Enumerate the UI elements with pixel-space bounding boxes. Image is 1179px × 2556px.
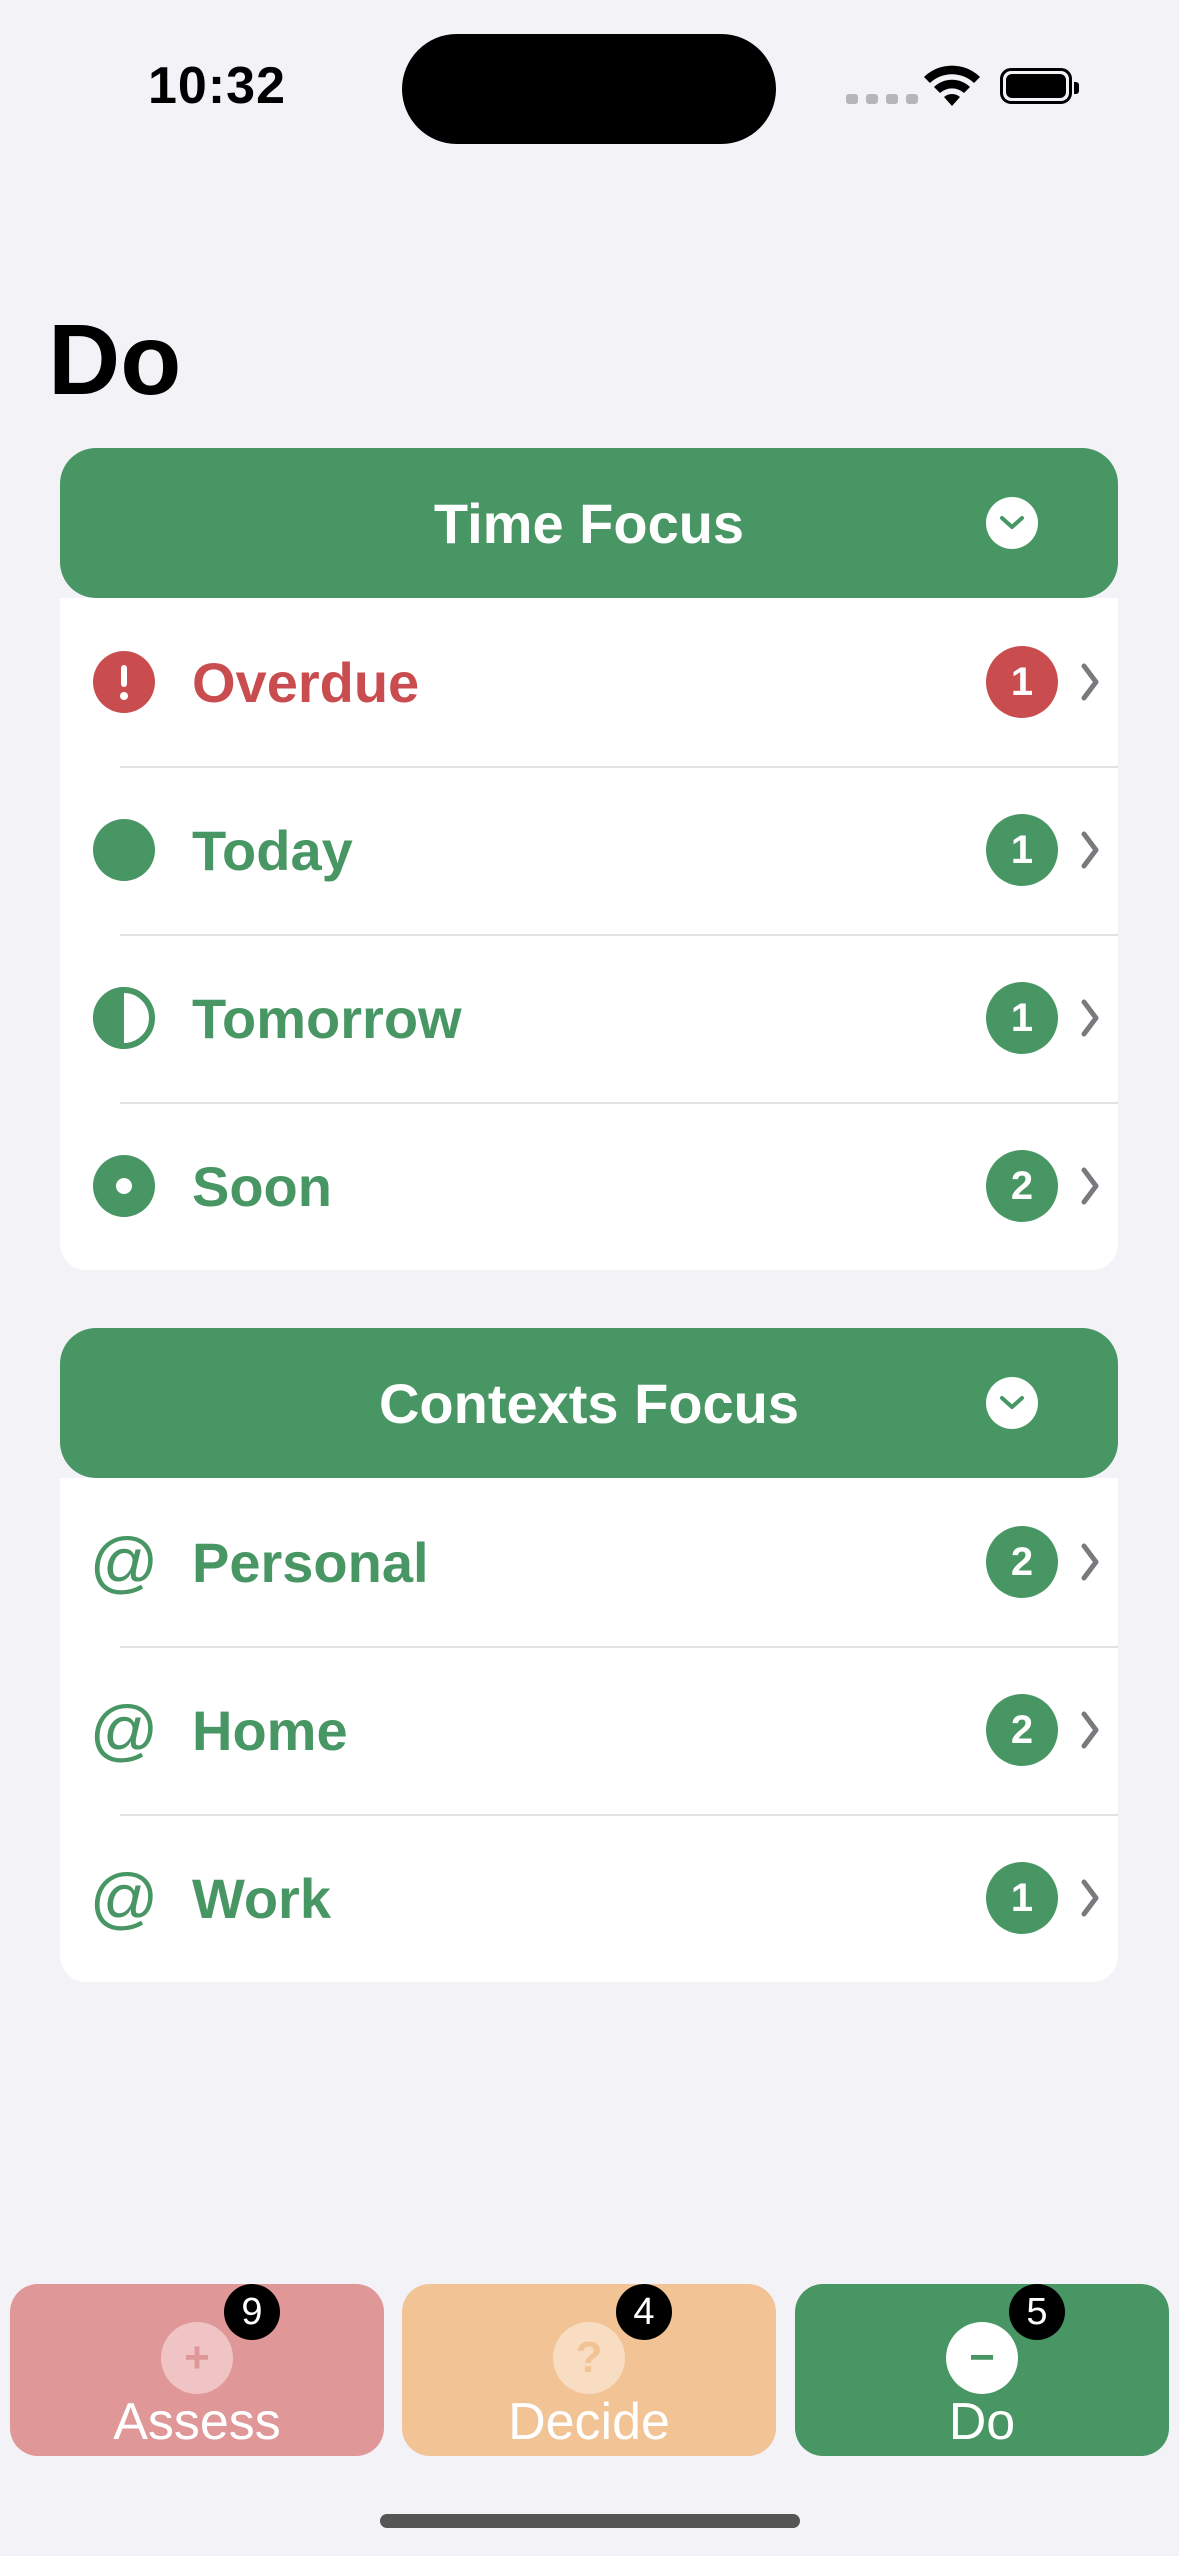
minus-circle-icon: − <box>946 2322 1018 2394</box>
contexts-focus-title: Contexts Focus <box>378 1371 800 1435</box>
chevron-right-icon <box>1081 831 1099 869</box>
battery-icon <box>1000 68 1079 104</box>
row-label: Home <box>192 1698 348 1762</box>
count-badge: 1 <box>986 1862 1058 1934</box>
row-label: Work <box>192 1866 331 1930</box>
at-icon: @ <box>89 1692 159 1768</box>
contexts-focus-list: @ Personal 2 @ Home 2 @ Work 1 <box>60 1478 1118 1982</box>
chevron-right-icon <box>1081 1711 1099 1749</box>
row-label: Overdue <box>192 650 420 714</box>
status-time: 10:32 <box>148 57 286 115</box>
chevron-down-icon[interactable] <box>986 497 1038 549</box>
tab-do[interactable]: − Do 5 <box>795 2284 1169 2456</box>
chevron-right-icon <box>1081 1543 1099 1581</box>
wifi-icon <box>924 65 980 106</box>
plus-circle-icon: + <box>161 2322 233 2394</box>
list-item-soon[interactable]: Soon 2 <box>60 1102 1118 1270</box>
count-badge: 2 <box>986 1694 1058 1766</box>
list-item-today[interactable]: Today 1 <box>60 766 1118 934</box>
row-label: Soon <box>192 1154 332 1218</box>
list-item-tomorrow[interactable]: Tomorrow 1 <box>60 934 1118 1102</box>
list-item-overdue[interactable]: Overdue 1 <box>60 598 1118 766</box>
tab-badge: 5 <box>1009 2284 1065 2340</box>
status-bar: 10:32 <box>0 0 1179 170</box>
chevron-right-icon <box>1081 663 1099 701</box>
page-title: Do <box>48 304 182 416</box>
count-badge: 1 <box>986 814 1058 886</box>
full-circle-icon <box>93 819 155 881</box>
dynamic-island <box>402 34 776 144</box>
tab-label: Assess <box>113 2393 281 2451</box>
cellular-signal-icon <box>846 94 918 104</box>
count-badge: 2 <box>986 1150 1058 1222</box>
tab-decide[interactable]: ? Decide 4 <box>402 2284 776 2456</box>
list-item-work[interactable]: @ Work 1 <box>60 1814 1118 1982</box>
chevron-right-icon <box>1081 1167 1099 1205</box>
question-circle-icon: ? <box>553 2322 625 2394</box>
chevron-right-icon <box>1081 999 1099 1037</box>
exclamation-circle-icon <box>93 651 155 713</box>
count-badge: 1 <box>986 646 1058 718</box>
count-badge: 1 <box>986 982 1058 1054</box>
row-label: Personal <box>192 1530 429 1594</box>
tab-assess[interactable]: + Assess 9 <box>10 2284 384 2456</box>
chevron-down-icon[interactable] <box>986 1377 1038 1429</box>
tab-label: Decide <box>508 2393 670 2451</box>
time-focus-list: Overdue 1 Today 1 Tomorrow 1 Soon 2 <box>60 598 1118 1270</box>
list-item-home[interactable]: @ Home 2 <box>60 1646 1118 1814</box>
row-label: Today <box>192 818 353 882</box>
chevron-right-icon <box>1081 1879 1099 1917</box>
time-focus-title: Time Focus <box>433 491 745 555</box>
contexts-focus-header[interactable]: Contexts Focus <box>60 1328 1118 1478</box>
half-circle-icon <box>93 987 155 1049</box>
dot-circle-icon <box>93 1155 155 1217</box>
tab-badge: 4 <box>616 2284 672 2340</box>
tab-badge: 9 <box>224 2284 280 2340</box>
home-indicator <box>380 2514 800 2528</box>
at-icon: @ <box>89 1860 159 1936</box>
list-item-personal[interactable]: @ Personal 2 <box>60 1478 1118 1646</box>
row-label: Tomorrow <box>192 986 462 1050</box>
time-focus-header[interactable]: Time Focus <box>60 448 1118 598</box>
count-badge: 2 <box>986 1526 1058 1598</box>
tab-label: Do <box>948 2393 1016 2451</box>
at-icon: @ <box>89 1524 159 1600</box>
